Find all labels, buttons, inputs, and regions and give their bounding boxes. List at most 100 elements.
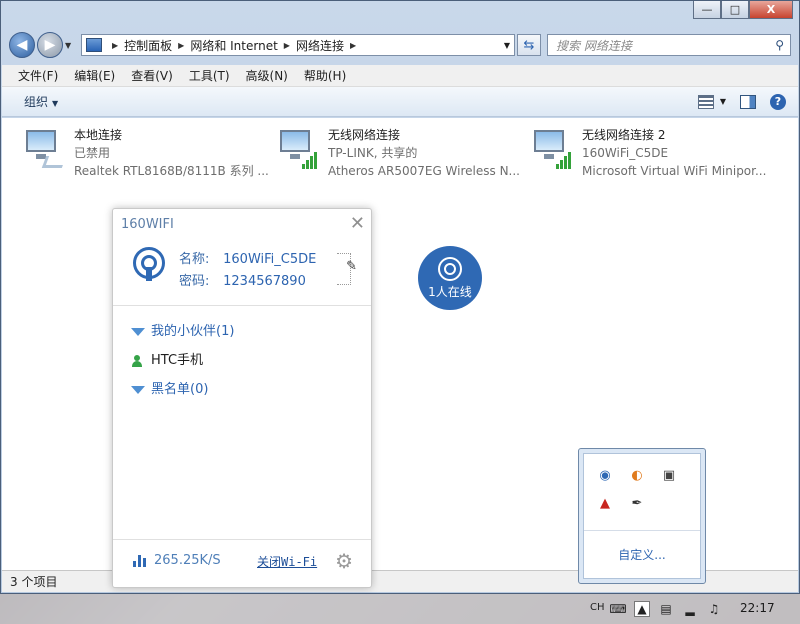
chevron-down-icon: ▼	[52, 99, 59, 108]
customize-link[interactable]: 自定义...	[584, 546, 700, 563]
group-friends[interactable]: 我的小伙伴(1)	[131, 317, 234, 346]
menu-bar: 文件(F) 编辑(E) 查看(V) 工具(T) 高级(N) 帮助(H)	[2, 65, 798, 87]
item-count: 3 个项目	[10, 575, 58, 589]
connection-name: 无线网络连接	[328, 128, 401, 142]
divider	[113, 305, 371, 306]
wifi-app-icon[interactable]: ◉	[596, 466, 614, 484]
app-icon[interactable]: ▣	[660, 466, 678, 484]
tray-overflow-popup: ◉ ◐ ▣ ▲ ✒ 自定义...	[578, 448, 706, 584]
forward-button[interactable]: ▶	[37, 32, 63, 58]
connection-name: 无线网络连接 2	[582, 128, 666, 142]
chevron-down-icon: ▼	[719, 97, 726, 106]
device-icon[interactable]: ▤	[658, 601, 674, 617]
network-signal-icon[interactable]: ▂	[682, 601, 698, 617]
preview-pane-icon[interactable]	[740, 94, 756, 109]
breadcrumb-separator-icon[interactable]: ▶	[284, 41, 290, 50]
browser-icon[interactable]: ◐	[628, 466, 646, 484]
control-panel-icon	[86, 38, 102, 52]
speed-value: 265.25K/S	[154, 553, 221, 568]
maximize-button[interactable]: □	[721, 1, 749, 19]
organize-label: 组织	[24, 95, 49, 109]
wifi-password-value: 1234567890	[223, 274, 306, 289]
wireless-network-icon	[278, 126, 320, 170]
online-users-badge[interactable]: 1人在线	[418, 246, 482, 310]
search-input[interactable]: 搜索 网络连接 ⚲	[547, 34, 791, 56]
edit-icon[interactable]: ✎	[346, 259, 357, 274]
pen-icon[interactable]: ✒	[628, 494, 646, 512]
device-item[interactable]: HTC手机	[131, 346, 234, 375]
divider	[584, 530, 700, 531]
expand-icon	[131, 385, 145, 394]
connection-status: 已禁用	[74, 146, 111, 160]
group-blacklist-label: 黑名单(0)	[151, 382, 209, 397]
menu-file[interactable]: 文件(F)	[18, 67, 58, 84]
address-input[interactable]: ▶ 控制面板 ▶ 网络和 Internet ▶ 网络连接 ▶ ▼	[81, 34, 515, 56]
clock[interactable]: 22:17	[740, 601, 775, 615]
breadcrumb-separator-icon[interactable]: ▶	[350, 41, 356, 50]
breadcrumb-separator-icon[interactable]: ▶	[112, 41, 118, 50]
close-button[interactable]: X	[749, 1, 793, 19]
wired-network-icon	[24, 126, 67, 170]
connection-status: TP-LINK, 共享的	[328, 146, 418, 160]
breadcrumb-network-connections[interactable]: 网络连接	[296, 37, 344, 54]
expand-icon	[131, 327, 145, 336]
minimize-button[interactable]: —	[693, 1, 721, 19]
device-name: HTC手机	[151, 353, 204, 368]
keyboard-icon[interactable]: ⌨	[609, 601, 626, 617]
connection-name: 本地连接	[74, 128, 123, 142]
organize-button[interactable]: 组织 ▼	[24, 93, 58, 110]
refresh-button[interactable]: ⇆	[517, 34, 541, 56]
connection-device: Microsoft Virtual WiFi Minipor...	[582, 164, 767, 178]
address-dropdown-icon[interactable]: ▼	[504, 41, 510, 50]
hotspot-icon	[438, 256, 462, 281]
view-options-button[interactable]: ▼	[697, 94, 726, 109]
close-icon[interactable]: ✕	[350, 213, 365, 234]
command-bar-right: ▼ ?	[697, 93, 786, 110]
history-dropdown-icon[interactable]: ▼	[65, 41, 75, 50]
back-button[interactable]: ◀	[9, 32, 35, 58]
connection-device: Realtek RTL8168B/8111B 系列 ...	[74, 164, 269, 178]
hotspot-icon	[133, 247, 167, 283]
divider	[113, 539, 371, 540]
taskbar: CH ⌨ ▲ ▤ ▂ ♫ 22:17	[0, 594, 800, 624]
connection-status: 160WiFi_C5DE	[582, 146, 669, 160]
volume-icon[interactable]: ♫	[706, 601, 722, 617]
connection-item-wireless[interactable]: 无线网络连接 TP-LINK, 共享的 Atheros AR5007EG Wir…	[278, 126, 528, 180]
breadcrumb-separator-icon[interactable]: ▶	[178, 41, 184, 50]
window-controls: — □ X	[693, 1, 793, 19]
view-list-icon	[697, 94, 714, 109]
menu-advanced[interactable]: 高级(N)	[246, 67, 288, 84]
breadcrumb-control-panel[interactable]: 控制面板	[124, 37, 172, 54]
menu-view[interactable]: 查看(V)	[131, 67, 173, 84]
speed-indicator: 265.25K/S	[133, 553, 221, 568]
wifi-credentials: 名称: 160WiFi_C5DE 密码: 1234567890	[179, 249, 316, 293]
menu-help[interactable]: 帮助(H)	[304, 67, 346, 84]
search-icon[interactable]: ⚲	[775, 38, 784, 52]
speed-bars-icon	[133, 554, 146, 567]
device-list: 我的小伙伴(1) HTC手机 黑名单(0)	[131, 317, 234, 404]
breadcrumb-network-internet[interactable]: 网络和 Internet	[190, 37, 277, 54]
connection-item-wireless-2[interactable]: 无线网络连接 2 160WiFi_C5DE Microsoft Virtual …	[532, 126, 782, 180]
help-icon[interactable]: ?	[770, 93, 786, 110]
show-hidden-icons-button[interactable]: ▲	[634, 601, 650, 617]
user-icon	[131, 354, 143, 367]
group-blacklist[interactable]: 黑名单(0)	[131, 375, 234, 404]
online-count-label: 1人在线	[428, 284, 472, 299]
menu-tools[interactable]: 工具(T)	[189, 67, 230, 84]
password-label: 密码:	[179, 274, 210, 289]
wifi-name-value: 160WiFi_C5DE	[223, 252, 317, 267]
antivirus-icon[interactable]: ▲	[596, 494, 614, 512]
tray-icons: ◉ ◐ ▣ ▲ ✒	[596, 466, 692, 512]
name-label: 名称:	[179, 252, 210, 267]
command-bar: 组织 ▼ ▼ ?	[2, 87, 798, 117]
wifi-panel: 160WIFI ✕ 名称: 160WiFi_C5DE 密码: 123456789…	[112, 208, 372, 588]
menu-edit[interactable]: 编辑(E)	[74, 67, 115, 84]
panel-title: 160WIFI	[121, 217, 174, 232]
connection-device: Atheros AR5007EG Wireless N...	[328, 164, 520, 178]
search-placeholder: 搜索 网络连接	[556, 38, 632, 53]
gear-icon[interactable]: ⚙	[335, 549, 353, 573]
connection-item-local[interactable]: 本地连接 已禁用 Realtek RTL8168B/8111B 系列 ...	[24, 126, 274, 180]
close-wifi-link[interactable]: 关闭Wi-Fi	[257, 553, 317, 570]
wireless-network-icon	[532, 126, 574, 170]
language-indicator[interactable]: CH	[590, 602, 605, 613]
